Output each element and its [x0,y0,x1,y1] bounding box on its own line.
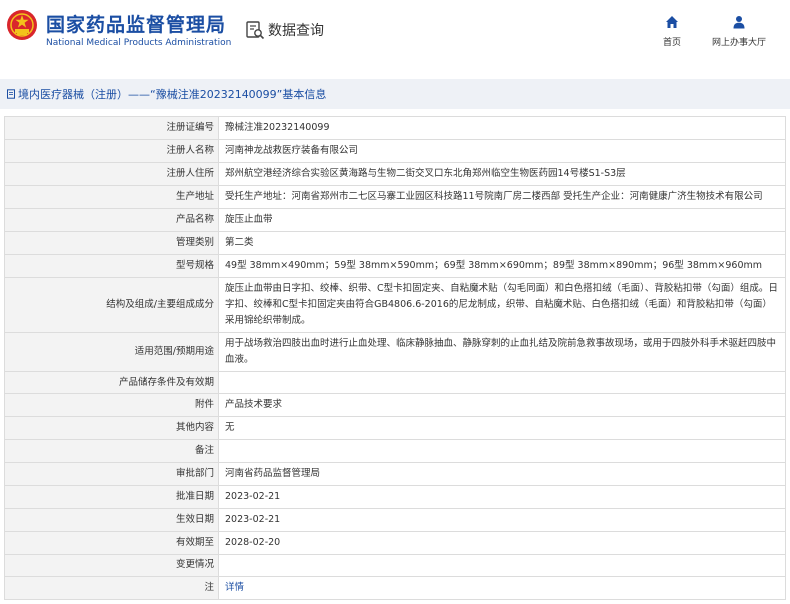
field-value: 第二类 [218,231,786,255]
field-label: 附件 [4,393,219,418]
field-value: 2023-02-21 [218,484,786,509]
table-row: 注册证编号 豫械注准20232140099 [4,116,786,140]
table-row: 变更情况 [4,553,786,578]
home-icon [666,16,678,28]
table-row: 批准日期 2023-02-21 [4,484,786,509]
table-row: 附件 产品技术要求 [4,393,786,418]
field-label: 产品名称 [4,208,219,232]
field-label: 结构及组成/主要组成成分 [4,277,219,333]
field-label: 适用范围/预期用途 [4,332,219,372]
field-label: 生效日期 [4,507,219,532]
field-value [218,439,786,463]
site-header: 国家药品监督管理局 National Medical Products Admi… [0,0,790,68]
field-label: 注册人住所 [4,162,219,186]
field-value: 郑州航空港经济综合实验区黄海路与生物二街交叉口东北角郑州临空生物医药园14号楼S… [218,162,786,186]
field-label: 有效期至 [4,530,219,555]
field-value: 旋压止血带由日字扣、绞棒、织带、C型卡扣固定夹、自粘魔术贴（勾毛同面）和白色搭扣… [218,277,786,333]
field-value: 49型 38mm×490mm；59型 38mm×590mm；69型 38mm×6… [218,254,786,278]
field-label: 生产地址 [4,185,219,209]
document-search-icon [246,21,265,40]
field-value: 河南神龙战救医疗装备有限公司 [218,139,786,163]
table-row: 注册人住所 郑州航空港经济综合实验区黄海路与生物二街交叉口东北角郑州临空生物医药… [4,162,786,186]
field-value: 受托生产地址：河南省郑州市二七区马寨工业园区科技路11号院南厂房二楼西部 受托生… [218,185,786,209]
table-row: 产品储存条件及有效期 [4,370,786,395]
field-label: 注册人名称 [4,139,219,163]
nav-home-label: 首页 [662,38,681,48]
site-title: 国家药品监督管理局 [46,14,227,36]
table-row: 管理类别 第二类 [4,231,786,255]
data-query-link[interactable]: 数据查询 [245,19,324,41]
table-row: 生产地址 受托生产地址：河南省郑州市二七区马寨工业园区科技路11号院南厂房二楼西… [4,185,786,209]
field-value: 用于战场救治四肢出血时进行止血处理、临床静脉抽血、静脉穿刺的止血扎结及院前急救事… [218,332,786,372]
field-label: 批准日期 [4,484,219,509]
field-value: 旋压止血带 [218,208,786,232]
field-label: 注册证编号 [4,116,219,140]
registration-info-table: 注册证编号 豫械注准20232140099 注册人名称 河南神龙战救医疗装备有限… [4,116,786,601]
field-value: 豫械注准20232140099 [218,116,786,140]
nav-home[interactable]: 首页 [660,15,684,48]
table-row: 备注 [4,439,786,463]
field-label: 注 [4,576,219,601]
table-row: 有效期至 2028-02-20 [4,530,786,555]
field-label: 审批部门 [4,461,219,486]
breadcrumb-text: 境内医疗器械（注册）——“豫械注准20232140099”基本信息 [18,88,327,101]
table-row: 注册人名称 河南神龙战救医疗装备有限公司 [4,139,786,163]
field-value [218,553,786,578]
table-row: 适用范围/预期用途 用于战场救治四肢出血时进行止血处理、临床静脉抽血、静脉穿刺的… [4,332,786,372]
field-value: 2028-02-20 [218,530,786,555]
table-row: 结构及组成/主要组成成分 旋压止血带由日字扣、绞棒、织带、C型卡扣固定夹、自粘魔… [4,277,786,333]
nav-online-office-label: 网上办事大厅 [711,38,766,48]
table-row: 审批部门 河南省药品监督管理局 [4,461,786,486]
field-label: 变更情况 [4,553,219,578]
site-subtitle: National Medical Products Administration [46,38,232,48]
details-link[interactable]: 详情 [225,582,244,593]
field-value: 无 [218,416,786,441]
field-value: 产品技术要求 [218,393,786,418]
field-value [218,370,786,395]
breadcrumb: 境内医疗器械（注册）——“豫械注准20232140099”基本信息 [0,79,790,109]
field-label: 其他内容 [4,416,219,441]
document-icon [7,89,15,99]
user-icon [733,16,745,29]
nav-online-office[interactable]: 网上办事大厅 [708,15,770,48]
details-cell: 详情 [218,576,786,601]
national-emblem-icon [7,10,37,40]
data-query-label: 数据查询 [268,23,324,39]
field-label: 备注 [4,439,219,463]
field-label: 管理类别 [4,231,219,255]
table-row: 生效日期 2023-02-21 [4,507,786,532]
field-value: 河南省药品监督管理局 [218,461,786,486]
field-label: 型号规格 [4,254,219,278]
table-row: 型号规格 49型 38mm×490mm；59型 38mm×590mm；69型 3… [4,254,786,278]
table-row: 产品名称 旋压止血带 [4,208,786,232]
table-row: 注 详情 [4,576,786,601]
field-value: 2023-02-21 [218,507,786,532]
field-label: 产品储存条件及有效期 [4,370,219,395]
table-row: 其他内容 无 [4,416,786,441]
